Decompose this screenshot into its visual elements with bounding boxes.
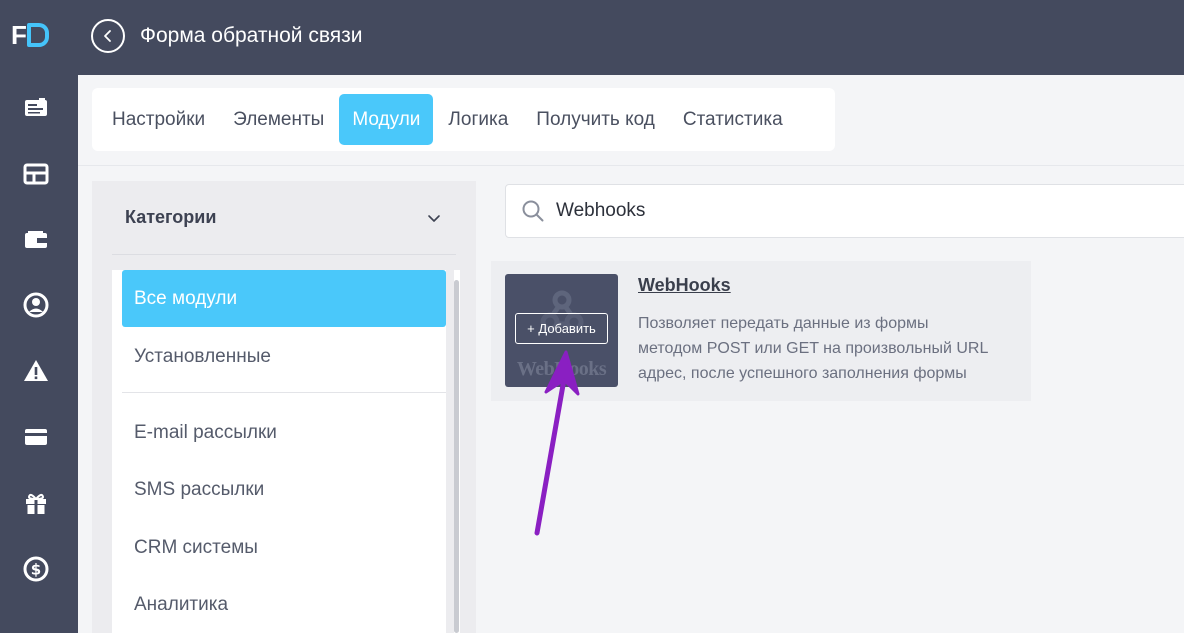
layout-icon[interactable] <box>22 160 50 188</box>
back-button[interactable] <box>91 19 125 53</box>
chevron-left-icon <box>104 30 111 42</box>
tab-settings[interactable]: Настройки <box>99 94 218 145</box>
tab-elements[interactable]: Элементы <box>220 94 337 145</box>
logo-letter-d-shape <box>26 23 49 47</box>
wallet-icon[interactable] <box>22 226 50 254</box>
module-card-webhooks[interactable]: WebHooks + Добавить WebHooks Позволяет п… <box>491 261 1031 401</box>
module-thumbnail-label: WebHooks <box>516 358 607 380</box>
categories-list: Все модули Установленные E-mail рассылки… <box>112 270 446 633</box>
categories-scrollbar[interactable] <box>454 280 459 633</box>
add-module-button[interactable]: + Добавить <box>515 313 608 344</box>
category-sms[interactable]: SMS рассылки <box>122 461 446 518</box>
chevron-down-icon <box>424 208 444 228</box>
categories-panel: Категории Все модули Установленные E-mai… <box>92 181 476 633</box>
tab-get-code[interactable]: Получить код <box>523 94 668 145</box>
tab-statistics[interactable]: Статистика <box>670 94 796 145</box>
header-divider <box>78 165 1184 166</box>
module-title-link[interactable]: WebHooks <box>638 275 731 296</box>
left-rail: F $ <box>0 0 78 633</box>
search-input[interactable] <box>556 200 1156 222</box>
categories-header[interactable]: Категории <box>112 181 456 255</box>
gift-icon[interactable] <box>22 489 50 517</box>
module-description: Позволяет передать данные из формы метод… <box>638 315 988 382</box>
warning-icon[interactable] <box>22 357 50 385</box>
category-analytics[interactable]: Аналитика <box>122 576 446 633</box>
module-thumbnail: WebHooks + Добавить <box>505 274 618 387</box>
categories-title: Категории <box>125 207 217 227</box>
logo-letter-f: F <box>11 20 27 50</box>
tab-logic[interactable]: Логика <box>435 94 521 145</box>
top-bar: Форма обратной связи <box>78 0 1184 75</box>
app-logo[interactable]: F <box>11 22 49 48</box>
category-email[interactable]: E-mail рассылки <box>122 404 446 461</box>
forms-icon[interactable] <box>22 94 50 122</box>
user-circle-icon[interactable] <box>22 291 50 319</box>
category-installed[interactable]: Установленные <box>122 328 446 385</box>
category-crm[interactable]: CRM системы <box>122 519 446 576</box>
tab-bar: Настройки Элементы Модули Логика Получит… <box>92 88 835 151</box>
tab-modules[interactable]: Модули <box>339 94 434 145</box>
page-title: Форма обратной связи <box>140 24 363 47</box>
category-all-modules[interactable]: Все модули <box>122 270 446 327</box>
svg-text:$: $ <box>31 561 41 579</box>
search-box <box>505 184 1184 238</box>
category-divider <box>122 392 446 393</box>
dollar-icon[interactable]: $ <box>22 555 50 583</box>
credit-card-icon[interactable] <box>22 423 50 451</box>
search-icon <box>520 198 546 224</box>
